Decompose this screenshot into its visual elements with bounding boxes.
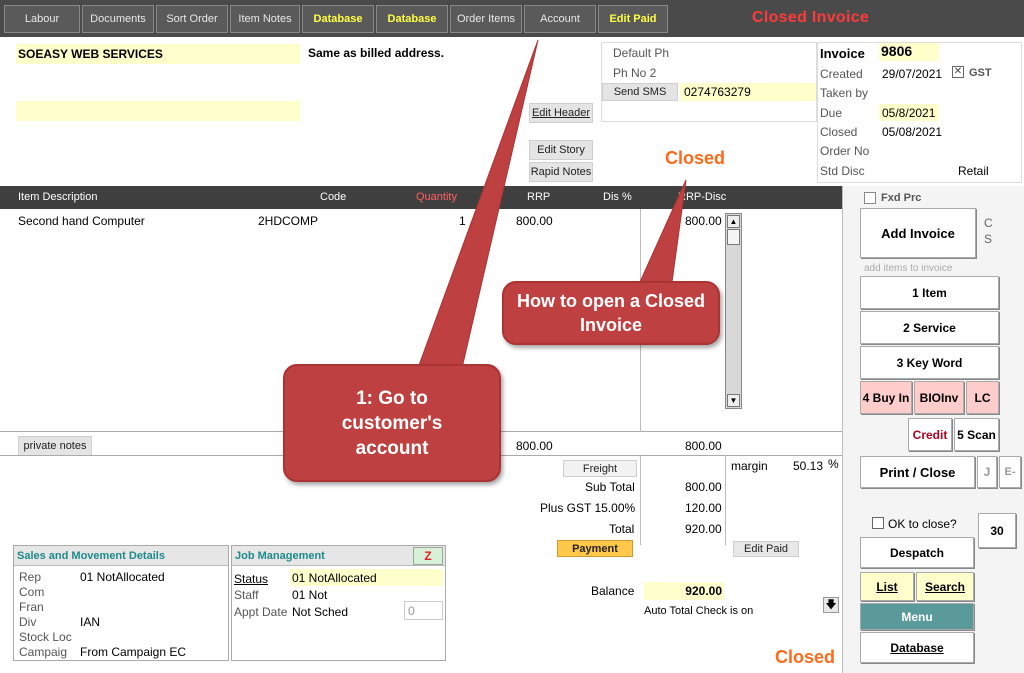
callout-go-to-account: 1: Go to customer's account [283,364,501,482]
callout-open-closed-invoice: How to open a Closed Invoice [502,281,720,345]
closed-pointer [639,179,687,283]
